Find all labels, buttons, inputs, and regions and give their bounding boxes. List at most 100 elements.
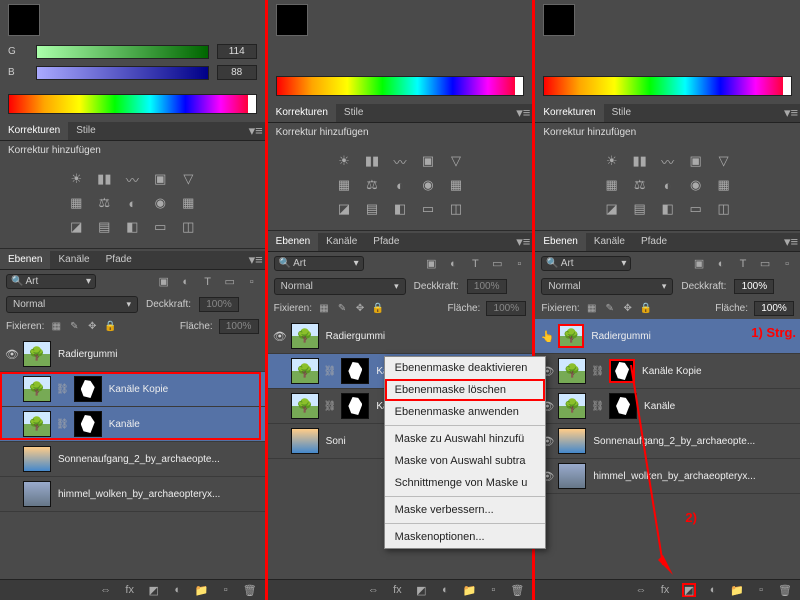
filter-text-icon[interactable]: T: [201, 275, 215, 289]
adjustment-layer-icon[interactable]: ◐: [706, 583, 720, 597]
bw-icon[interactable]: ◐: [391, 176, 409, 194]
opacity-value[interactable]: 100%: [467, 279, 507, 294]
bw-icon[interactable]: ◐: [659, 176, 677, 194]
layer-filter-type[interactable]: 🔍Art▾: [541, 256, 631, 271]
lock-all-icon[interactable]: 🔒: [640, 303, 652, 315]
color-spectrum[interactable]: [8, 94, 257, 114]
balance-icon[interactable]: ⚖: [95, 194, 113, 212]
g-slider[interactable]: [36, 45, 209, 59]
link-layers-icon[interactable]: ⇔: [99, 583, 113, 597]
mask-link-icon[interactable]: ⛓: [324, 366, 337, 377]
photo-filter-icon[interactable]: ◉: [419, 176, 437, 194]
mask-button-icon[interactable]: ◩: [414, 583, 428, 597]
invert-icon[interactable]: ◪: [335, 200, 353, 218]
ctx-add-to-selection[interactable]: Maske zu Auswahl hinzufü: [385, 428, 545, 450]
tab-kanale[interactable]: Kanäle: [586, 233, 633, 251]
levels-icon[interactable]: ▮▮: [95, 170, 113, 188]
ctx-mask-options[interactable]: Maskenoptionen...: [385, 526, 545, 548]
layer-row-sonnen[interactable]: Sonnenaufgang_2_by_archaeopte...: [0, 442, 265, 477]
filter-image-icon[interactable]: ▣: [692, 257, 706, 271]
blend-mode-select[interactable]: Normal: [541, 278, 673, 295]
lock-move-icon[interactable]: ✥: [354, 303, 366, 315]
layer-thumb[interactable]: [291, 393, 319, 419]
fill-value[interactable]: 100%: [219, 319, 259, 334]
layer-row-radiergummi[interactable]: 👁Radiergummi: [0, 337, 265, 372]
vibrance-icon[interactable]: ▽: [715, 152, 733, 170]
channel-mixer-icon[interactable]: ▦: [715, 176, 733, 194]
threshold-icon[interactable]: ◧: [659, 200, 677, 218]
layers-menu-icon[interactable]: ▾≡: [782, 233, 800, 251]
ctx-delete-mask[interactable]: Ebenenmaske löschen: [385, 379, 545, 401]
levels-icon[interactable]: ▮▮: [631, 152, 649, 170]
posterize-icon[interactable]: ▤: [95, 218, 113, 236]
visibility-icon[interactable]: 👁: [272, 330, 288, 343]
photo-filter-icon[interactable]: ◉: [151, 194, 169, 212]
tab-kanale[interactable]: Kanäle: [50, 251, 97, 269]
ctx-subtract-selection[interactable]: Maske von Auswahl subtra: [385, 450, 545, 472]
tab-ebenen[interactable]: Ebenen: [535, 233, 585, 251]
panel-menu-icon[interactable]: ▾≡: [514, 104, 532, 122]
layer-thumb[interactable]: [23, 341, 51, 367]
layer-thumb[interactable]: [23, 446, 51, 472]
b-value[interactable]: 88: [217, 65, 257, 80]
lock-all-icon[interactable]: 🔒: [104, 321, 116, 333]
blend-mode-select[interactable]: Normal: [6, 296, 138, 313]
link-layers-icon[interactable]: ⇔: [634, 583, 648, 597]
filter-shape-icon[interactable]: ▭: [758, 257, 772, 271]
color-spectrum[interactable]: [276, 76, 525, 96]
layer-thumb[interactable]: [558, 324, 584, 348]
tab-ebenen[interactable]: Ebenen: [0, 251, 50, 269]
gradient-map-icon[interactable]: ▭: [151, 218, 169, 236]
layer-filter-type[interactable]: 🔍Art▾: [274, 256, 364, 271]
layer-filter-type[interactable]: 🔍Art▾: [6, 274, 96, 289]
brightness-icon[interactable]: ☀: [67, 170, 85, 188]
balance-icon[interactable]: ⚖: [363, 176, 381, 194]
tab-pfade[interactable]: Pfade: [98, 251, 140, 269]
filter-text-icon[interactable]: T: [468, 257, 482, 271]
g-value[interactable]: 114: [217, 44, 257, 59]
lock-move-icon[interactable]: ✥: [86, 321, 98, 333]
filter-smart-icon[interactable]: ▫: [512, 257, 526, 271]
photo-filter-icon[interactable]: ◉: [687, 176, 705, 194]
filter-image-icon[interactable]: ▣: [424, 257, 438, 271]
filter-image-icon[interactable]: ▣: [157, 275, 171, 289]
b-slider[interactable]: [36, 66, 209, 80]
foreground-color-swatch[interactable]: [276, 4, 308, 36]
threshold-icon[interactable]: ◧: [123, 218, 141, 236]
layer-row-himmel[interactable]: himmel_wolken_by_archaeopteryx...: [0, 477, 265, 512]
ctx-refine-mask[interactable]: Maske verbessern...: [385, 499, 545, 521]
curves-icon[interactable]: 〰: [123, 170, 141, 188]
layer-thumb[interactable]: [558, 358, 586, 384]
hue-icon[interactable]: ▦: [335, 176, 353, 194]
trash-icon[interactable]: 🗑: [510, 583, 524, 597]
fill-value[interactable]: 100%: [754, 301, 794, 316]
tab-pfade[interactable]: Pfade: [633, 233, 675, 251]
mask-link-icon[interactable]: ⛓: [56, 419, 69, 430]
tab-pfade[interactable]: Pfade: [365, 233, 407, 251]
selective-color-icon[interactable]: ◫: [715, 200, 733, 218]
group-icon[interactable]: 📁: [195, 583, 209, 597]
trash-icon[interactable]: 🗑: [778, 583, 792, 597]
hue-icon[interactable]: ▦: [67, 194, 85, 212]
layer-thumb[interactable]: [558, 428, 586, 454]
layer-row-kopie[interactable]: ⛓Kanäle Kopie: [0, 372, 265, 407]
tab-korrekturen[interactable]: Korrekturen: [535, 104, 603, 122]
new-layer-icon[interactable]: ▫: [754, 583, 768, 597]
fx-icon[interactable]: fx: [390, 583, 404, 597]
fx-icon[interactable]: fx: [658, 583, 672, 597]
mask-thumb[interactable]: [74, 376, 102, 402]
ctx-intersect-selection[interactable]: Schnittmenge von Maske u: [385, 472, 545, 494]
blend-mode-select[interactable]: Normal: [274, 278, 406, 295]
vibrance-icon[interactable]: ▽: [447, 152, 465, 170]
layer-thumb[interactable]: [291, 428, 319, 454]
balance-icon[interactable]: ⚖: [631, 176, 649, 194]
mask-thumb[interactable]: [74, 411, 102, 437]
selective-color-icon[interactable]: ◫: [447, 200, 465, 218]
channel-mixer-icon[interactable]: ▦: [447, 176, 465, 194]
layer-thumb[interactable]: [558, 463, 586, 489]
filter-adjust-icon[interactable]: ◐: [179, 275, 193, 289]
invert-icon[interactable]: ◪: [603, 200, 621, 218]
curves-icon[interactable]: 〰: [391, 152, 409, 170]
visibility-icon[interactable]: 👁: [4, 348, 20, 361]
layer-thumb[interactable]: [291, 323, 319, 349]
